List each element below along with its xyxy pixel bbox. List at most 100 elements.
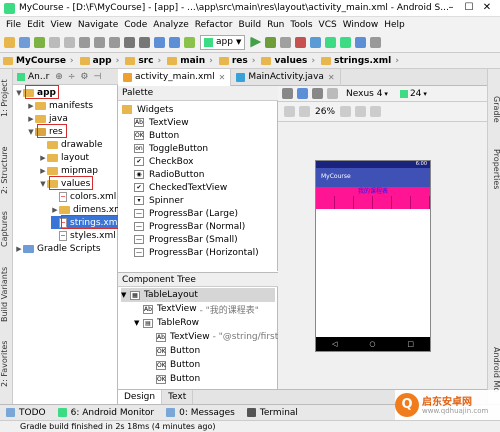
project-structure-icon[interactable]	[355, 36, 367, 48]
orientation-icon[interactable]	[312, 88, 323, 99]
menu-item-refactor[interactable]: Refactor	[195, 20, 233, 30]
undo-icon[interactable]	[49, 36, 60, 48]
palette-item-radiobutton[interactable]: ◉ RadioButton	[134, 168, 204, 181]
close-icon[interactable]: ✕	[328, 73, 335, 82]
refresh-icon[interactable]	[370, 106, 382, 117]
breadcrumb-item[interactable]: src ›	[122, 53, 164, 69]
phone-preview[interactable]: 6:00 MyCourse 我的课程表 ◁ ○ □	[315, 160, 431, 352]
phone-cell[interactable]	[373, 196, 392, 209]
tree-item-gradle-scripts[interactable]: ▶ Gradle Scripts	[15, 242, 100, 255]
tree-item-manifests[interactable]: ▶ manifests	[27, 99, 93, 112]
run-icon[interactable]	[250, 36, 262, 48]
breadcrumb-item[interactable]: main ›	[164, 53, 216, 69]
copy-icon[interactable]	[94, 36, 105, 48]
tab-design[interactable]: Design	[118, 390, 163, 405]
palette-item-spinner[interactable]: ▾ Spinner	[134, 194, 184, 207]
palette-item-textview[interactable]: Ab TextView	[134, 116, 189, 129]
night-mode-icon[interactable]	[327, 88, 338, 99]
expand-toggle-icon[interactable]: ▶	[51, 206, 59, 214]
component-tablelayout[interactable]: ▼ ▦ TableLayout	[121, 288, 275, 302]
phone-cell[interactable]	[335, 196, 354, 209]
pan-icon[interactable]	[284, 106, 295, 117]
tab-captures[interactable]: Captures	[0, 209, 13, 249]
project-view-select[interactable]: An..r	[28, 72, 49, 82]
tab-properties[interactable]: Properties	[488, 144, 500, 194]
palette-item-widgets[interactable]: Widgets	[122, 103, 173, 116]
palette-item-progressbar-normal-[interactable]: — ProgressBar (Normal)	[134, 220, 245, 233]
tab-activity-main-xml[interactable]: activity_main.xml ✕	[118, 68, 232, 86]
api-select[interactable]: 24 ▾	[397, 86, 430, 101]
redo-icon[interactable]	[64, 36, 75, 48]
breadcrumb-item[interactable]: values ›	[258, 53, 318, 69]
save-icon[interactable]	[19, 36, 30, 48]
avd-manager-icon[interactable]	[310, 36, 322, 48]
expand-toggle-icon[interactable]: ▶	[27, 115, 35, 123]
tab-favorites[interactable]: 2: Favorites	[0, 334, 13, 394]
phone-cell[interactable]	[354, 196, 373, 209]
tab-mainactivity-java[interactable]: MainActivity.java ✕	[231, 68, 341, 86]
close-icon[interactable]: ✕	[478, 2, 496, 13]
palette-item-checkedtextview[interactable]: ✔ CheckedTextView	[134, 181, 227, 194]
hide-panel-icon[interactable]: ⊣	[93, 72, 101, 82]
expand-toggle-icon[interactable]: ▶	[39, 154, 47, 162]
tab-text[interactable]: Text	[162, 390, 194, 405]
find-icon[interactable]	[124, 36, 135, 48]
run-config-select[interactable]: app ▼	[200, 34, 246, 50]
help-icon[interactable]	[370, 36, 382, 48]
menu-item-vcs[interactable]: VCS	[319, 20, 337, 30]
phone-table-row[interactable]	[316, 196, 430, 209]
breadcrumb-item[interactable]: MyCourse ›	[0, 53, 77, 69]
replace-icon[interactable]	[139, 36, 150, 48]
paste-icon[interactable]	[109, 36, 120, 48]
menu-item-file[interactable]: File	[6, 20, 21, 30]
component-textview[interactable]: Ab TextView - "我的课程表"	[134, 302, 259, 316]
sync-icon[interactable]	[34, 36, 45, 48]
menu-item-analyze[interactable]: Analyze	[153, 20, 188, 30]
cut-icon[interactable]	[79, 36, 90, 48]
component-textview[interactable]: Ab TextView - "@string/first"	[147, 330, 282, 344]
expand-toggle-icon[interactable]: ▼	[134, 319, 143, 327]
menu-item-window[interactable]: Window	[343, 20, 379, 30]
phone-table-title[interactable]: 我的课程表	[316, 187, 430, 196]
gear-icon[interactable]: ⚙	[80, 72, 88, 82]
menu-item-help[interactable]: Help	[384, 20, 405, 30]
zoom-out-icon[interactable]	[299, 106, 310, 117]
menu-item-tools[interactable]: Tools	[290, 20, 312, 30]
minimize-icon[interactable]: –	[442, 2, 460, 13]
component-button[interactable]: OK Button	[147, 372, 200, 386]
expand-toggle-icon[interactable]: ▶	[15, 245, 23, 253]
breadcrumb-item[interactable]: strings.xml ›	[318, 53, 402, 69]
debug-icon[interactable]	[265, 36, 277, 48]
expand-toggle-icon[interactable]: ▼	[15, 89, 23, 97]
menu-item-build[interactable]: Build	[239, 20, 262, 30]
tab-gradle[interactable]: Gradle	[488, 89, 500, 129]
breadcrumb-item[interactable]: res ›	[216, 53, 259, 69]
device-select[interactable]: Nexus 4 ▾	[343, 86, 391, 101]
menu-item-run[interactable]: Run	[267, 20, 284, 30]
stop-icon[interactable]	[295, 36, 307, 48]
menu-item-edit[interactable]: Edit	[27, 20, 44, 30]
tool-tab-0-messages[interactable]: 0: Messages	[160, 405, 241, 421]
tree-item-layout[interactable]: ▶ layout	[39, 151, 89, 164]
expand-toggle-icon[interactable]: ▶	[27, 102, 35, 110]
blueprint-icon[interactable]	[297, 88, 308, 99]
palette-item-checkbox[interactable]: ✔ CheckBox	[134, 155, 193, 168]
forward-icon[interactable]	[169, 36, 180, 48]
component-button[interactable]: OK Button	[147, 358, 200, 372]
phone-cell[interactable]	[316, 196, 335, 209]
expand-toggle-icon[interactable]: ▶	[39, 167, 47, 175]
tab-build-variants[interactable]: Build Variants	[0, 264, 13, 324]
component-tablerow[interactable]: ▼ ▤ TableRow	[134, 316, 199, 330]
palette-item-progressbar-horizontal-[interactable]: — ProgressBar (Horizontal)	[134, 246, 259, 259]
phone-cell[interactable]	[392, 196, 411, 209]
menu-item-view[interactable]: View	[51, 20, 72, 30]
palette-item-togglebutton[interactable]: on ToggleButton	[134, 142, 208, 155]
palette-item-progressbar-large-[interactable]: — ProgressBar (Large)	[134, 207, 238, 220]
tab-project[interactable]: 1: Project	[0, 73, 13, 123]
tree-item-drawable[interactable]: drawable	[39, 138, 103, 151]
sdk-manager-icon[interactable]	[325, 36, 337, 48]
expand-toggle-icon[interactable]: ▼	[27, 128, 35, 136]
tree-item-styles-xml[interactable]: styles.xml	[51, 229, 116, 242]
palette-item-button[interactable]: OK Button	[134, 129, 179, 142]
maximize-icon[interactable]: ☐	[460, 2, 478, 13]
